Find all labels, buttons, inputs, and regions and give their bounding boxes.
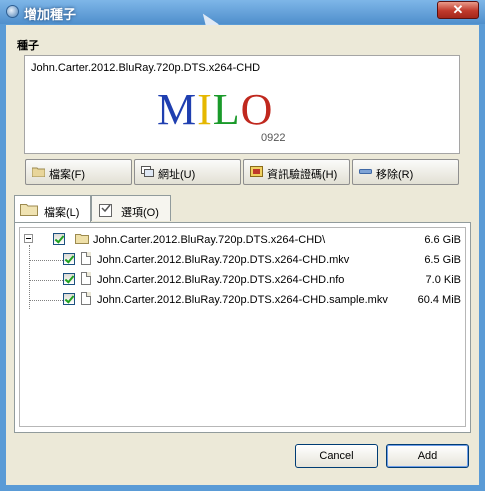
file-icon [81, 272, 91, 285]
files-button-label: 檔案(F) [49, 169, 86, 181]
tab-options[interactable]: 選項(O) [91, 195, 171, 221]
file-icon [81, 292, 91, 305]
file-name: John.Carter.2012.BluRay.720p.DTS.x264-CH… [93, 234, 326, 246]
checkbox[interactable] [63, 273, 75, 285]
tree-row-file[interactable]: John.Carter.2012.BluRay.720p.DTS.x264-CH… [20, 270, 465, 290]
tree-row-folder[interactable]: John.Carter.2012.BluRay.720p.DTS.x264-CH… [20, 230, 465, 250]
file-size: 60.4 MiB [417, 294, 461, 306]
folder-icon [32, 167, 45, 177]
logo-letter: L [212, 85, 241, 134]
remove-button[interactable]: 移除(R) [352, 159, 459, 185]
checkbox[interactable] [63, 253, 75, 265]
web-url-icon [141, 166, 154, 177]
app-icon [6, 5, 19, 18]
torrent-section-label: 種子 [17, 40, 39, 52]
file-name: John.Carter.2012.BluRay.720p.DTS.x264-CH… [97, 274, 345, 286]
logo-letter: M [157, 85, 198, 134]
logo-letter: I [197, 85, 213, 134]
hash-info-icon [250, 166, 263, 177]
tree-row-file[interactable]: John.Carter.2012.BluRay.720p.DTS.x264-CH… [20, 250, 465, 270]
milo-logo: MILO [157, 84, 273, 135]
tab-files-label: 檔案(L) [44, 207, 80, 219]
cancel-button[interactable]: Cancel [295, 444, 378, 468]
url-button[interactable]: 網址(U) [134, 159, 241, 185]
checkbox[interactable] [63, 293, 75, 305]
checkbox[interactable] [53, 233, 65, 245]
hash-button-label: 資訊驗證碼(H) [267, 169, 338, 181]
file-name: John.Carter.2012.BluRay.720p.DTS.x264-CH… [97, 254, 350, 266]
logo-subtext: 0922 [261, 132, 286, 144]
dialog-body: 種子 John.Carter.2012.BluRay.720p.DTS.x264… [6, 25, 479, 485]
folder-icon [75, 234, 89, 244]
tab-options-label: 選項(O) [121, 207, 159, 219]
add-button[interactable]: Add [386, 444, 469, 468]
title-bar[interactable]: 增加種子 ✕ [0, 0, 485, 33]
files-panel: John.Carter.2012.BluRay.720p.DTS.x264-CH… [14, 222, 471, 433]
options-icon [99, 204, 112, 217]
hash-button[interactable]: 資訊驗證碼(H) [243, 159, 350, 185]
file-tree[interactable]: John.Carter.2012.BluRay.720p.DTS.x264-CH… [19, 227, 466, 427]
tree-row-file[interactable]: John.Carter.2012.BluRay.720p.DTS.x264-CH… [20, 290, 465, 310]
file-size: 7.0 KiB [425, 274, 461, 286]
file-size: 6.6 GiB [424, 234, 461, 246]
url-button-label: 網址(U) [158, 169, 196, 181]
remove-button-label: 移除(R) [376, 169, 414, 181]
torrent-info-box: John.Carter.2012.BluRay.720p.DTS.x264-CH… [24, 55, 460, 154]
collapse-toggle[interactable] [24, 234, 33, 243]
files-button[interactable]: 檔案(F) [25, 159, 132, 185]
torrent-name: John.Carter.2012.BluRay.720p.DTS.x264-CH… [31, 62, 261, 74]
logo-letter: O [240, 85, 274, 134]
window-title: 增加種子 [24, 7, 77, 22]
tab-files[interactable]: 檔案(L) [14, 195, 91, 223]
close-icon: ✕ [452, 2, 464, 17]
folder-icon [20, 204, 38, 216]
close-button[interactable]: ✕ [437, 1, 479, 19]
add-torrent-window: 增加種子 ✕ 種子 John.Carter.2012.BluRay.720p.D… [0, 0, 485, 491]
file-icon [81, 252, 91, 265]
file-size: 6.5 GiB [424, 254, 461, 266]
remove-icon [359, 169, 372, 174]
file-name: John.Carter.2012.BluRay.720p.DTS.x264-CH… [97, 294, 388, 306]
